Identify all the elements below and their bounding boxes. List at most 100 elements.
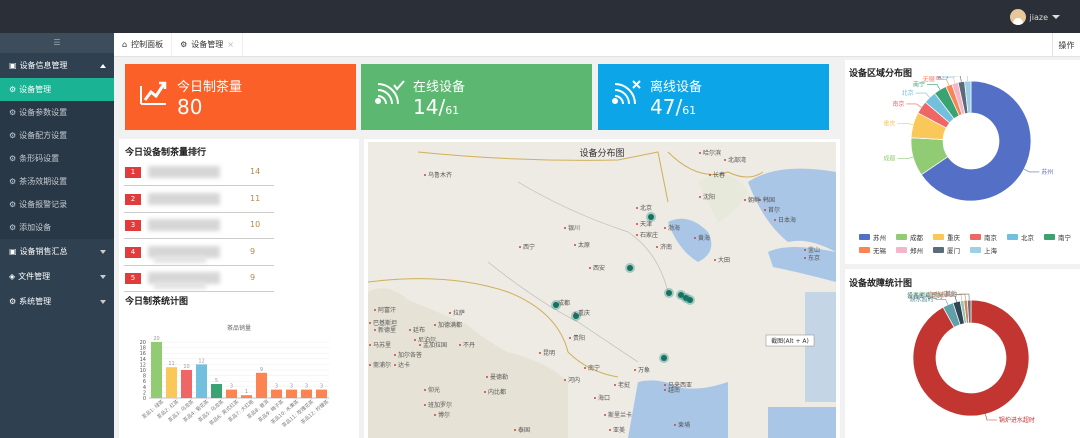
gear-icon: ⚙ [9,85,17,94]
map-city-label: 加尔各答 [398,351,422,359]
menu-device-info[interactable]: ▣ 设备信息管理 [0,53,114,78]
wifi-online-icon [375,80,405,105]
map-city-label: 马苏里 [373,341,391,349]
fault-pie-chart: 锅炉进水超时缺水超时设备断电超时温度传感器故障加热超时其他 [907,290,1035,424]
stat-number: 14/ [413,95,446,119]
city-dot [449,312,451,314]
bar-value-label: 3 [320,384,323,390]
bar-value-label: 9 [260,367,263,373]
tab-device-manage[interactable]: ⚙ 设备管理 × [172,33,243,56]
device-marker[interactable] [573,313,579,319]
sidebar-item-recipe[interactable]: ⚙ 设备配方设置 [0,124,114,147]
sidebar-item-label: 茶汤效期设置 [19,177,68,186]
legend-swatch [970,234,981,240]
ranking-row: 59 [124,268,274,292]
close-icon[interactable]: × [227,40,234,49]
menu-system[interactable]: ⚙ 系统管理 [0,289,114,314]
operations-button[interactable]: 操作 [1052,33,1080,57]
sidebar-toggle-icon[interactable]: ☰ [0,33,114,53]
map-city-label: 长春 [713,171,725,179]
rank-badge: 2 [125,193,141,205]
legend-label[interactable]: 厦门 [947,246,960,255]
legend-swatch [896,234,907,240]
device-marker[interactable] [553,302,559,308]
sidebar-item-add-device[interactable]: ⚙ 添加设备 [0,216,114,239]
sidebar-item-alarm[interactable]: ⚙ 设备报警记录 [0,193,114,216]
y-tick-label: 4 [143,385,146,391]
legend-swatch [1044,234,1055,240]
y-tick-label: 14 [140,357,146,363]
legend-label[interactable]: 重庆 [947,233,961,242]
legend-swatch [1007,234,1018,240]
city-dot [574,244,576,246]
city-dot [699,196,701,198]
legend-label[interactable]: 无锡 [873,246,887,255]
device-marker[interactable] [661,355,667,361]
map-city-label: 班加罗尔 [428,401,452,409]
map-city-label: 老挝 [618,381,630,389]
city-dot [589,267,591,269]
legend-label[interactable]: 成都 [910,233,924,242]
bar [286,389,297,398]
map-city-label: 仰光 [428,386,440,394]
city-dot [414,339,416,341]
tab-bar: ⌂ 控制面板 ⚙ 设备管理 × 操作 [114,33,1080,57]
pie-label-line [926,84,941,90]
map-city-label: 新德里 [378,326,396,334]
map-city-label: 釜山 [808,246,820,254]
bar-value-label: 3 [230,384,233,390]
sidebar-item-device-manage[interactable]: ⚙ 设备管理 [0,78,114,101]
device-marker[interactable] [648,214,654,220]
bar [151,342,162,398]
legend-label[interactable]: 上海 [984,246,998,255]
map-city-label: 济南 [660,243,672,251]
device-marker[interactable] [666,290,672,296]
city-dot [434,414,436,416]
home-icon: ⌂ [122,40,128,49]
pie-slice-label: 南京 [892,100,904,108]
map-city-label: 河内 [568,376,580,384]
pie-label-line [915,92,930,98]
city-dot [394,364,396,366]
device-marker[interactable] [627,265,633,271]
map-city-label: 昆明 [543,350,555,357]
map-city-label: 海口 [598,394,610,402]
menu-label: 设备信息管理 [19,61,68,70]
city-dot [694,237,696,239]
pie-label-line [897,156,914,159]
trend-chart-icon [140,81,167,105]
city-dot [424,174,426,176]
map-city-label: 沈阳 [703,193,715,201]
city-dot [486,376,488,378]
menu-sales[interactable]: ▣ 设备销售汇总 [0,239,114,264]
sidebar-item-param[interactable]: ⚙ 设备参数设置 [0,101,114,124]
city-dot [764,209,766,211]
bar [166,367,177,398]
chevron-down-icon [100,275,106,279]
legend-label[interactable]: 南京 [984,233,998,242]
city-dot [539,352,541,354]
menu-files[interactable]: ◈ 文件管理 [0,264,114,289]
legend-swatch [896,247,907,253]
ranking-row: 49 [124,242,274,266]
map-city-label: 贵阳 [573,334,585,342]
map-city-label: 不丹 [463,342,475,349]
city-dot [804,249,806,251]
legend-label[interactable]: 郑州 [910,247,923,255]
sidebar-item-barcode[interactable]: ⚙ 条形码设置 [0,147,114,170]
sidebar-item-label: 添加设备 [19,223,52,232]
legend-label[interactable]: 北京 [1021,233,1035,242]
legend-swatch [933,234,944,240]
device-marker[interactable] [687,297,693,303]
user-menu[interactable]: jiaze [1009,9,1060,25]
stat-label: 今日制茶量 [177,80,243,95]
pie-slice-label: 重庆 [883,119,895,127]
legend-label[interactable]: 南宁 [1058,233,1072,242]
legend-label[interactable]: 苏州 [873,233,886,242]
city-dot [459,344,461,346]
chevron-down-icon [100,300,106,304]
map-city-label: 北部湾 [728,156,746,164]
tab-dashboard[interactable]: ⌂ 控制面板 [114,33,173,56]
sidebar-item-expiry[interactable]: ⚙ 茶汤效期设置 [0,170,114,193]
city-dot [744,199,746,201]
